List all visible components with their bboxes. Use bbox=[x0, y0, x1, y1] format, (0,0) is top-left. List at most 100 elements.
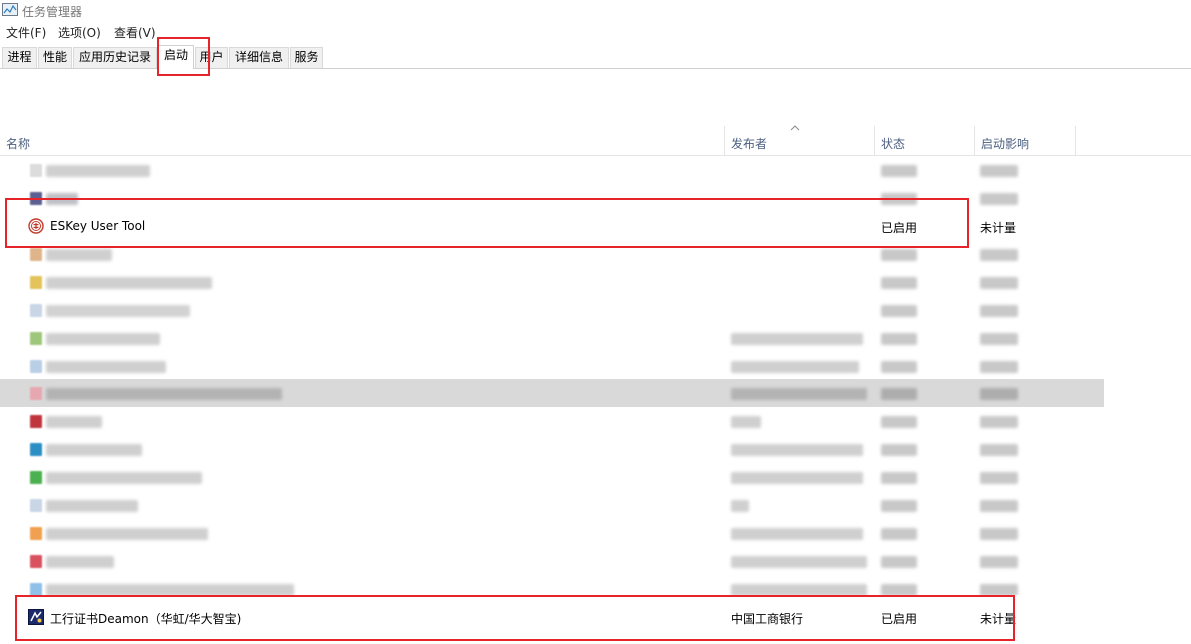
highlight-box-startup-tab bbox=[157, 37, 210, 76]
redacted-impact bbox=[980, 361, 1018, 373]
list-item-selected[interactable] bbox=[0, 379, 1191, 407]
title-bar: 任务管理器 bbox=[0, 0, 1191, 22]
app-icon bbox=[30, 332, 42, 345]
redacted-status bbox=[881, 333, 917, 345]
column-header-publisher-label: 发布者 bbox=[731, 137, 768, 151]
redacted-publisher bbox=[731, 361, 859, 373]
redacted-status bbox=[881, 305, 917, 317]
redacted-impact bbox=[980, 333, 1018, 345]
redacted-publisher bbox=[731, 584, 867, 595]
redacted-impact bbox=[980, 305, 1018, 317]
app-icon bbox=[30, 555, 42, 568]
list-item[interactable] bbox=[0, 407, 1191, 435]
redacted-publisher bbox=[731, 388, 867, 400]
redacted-status bbox=[881, 528, 917, 540]
app-icon bbox=[30, 443, 42, 456]
menu-file[interactable]: 文件(F) bbox=[6, 24, 46, 41]
redacted-name bbox=[46, 165, 150, 177]
column-header-startup-impact[interactable]: 启动影响 bbox=[975, 126, 1075, 156]
redacted-status bbox=[881, 444, 917, 456]
column-header-name[interactable]: 名称 bbox=[0, 126, 724, 156]
list-item[interactable] bbox=[0, 519, 1191, 547]
app-icon bbox=[30, 276, 42, 289]
list-item[interactable] bbox=[0, 296, 1191, 324]
redacted-status bbox=[881, 584, 917, 595]
list-item[interactable] bbox=[0, 575, 1191, 595]
redacted-status bbox=[881, 500, 917, 512]
column-divider[interactable] bbox=[1075, 126, 1076, 156]
redacted-name bbox=[46, 556, 114, 568]
redacted-publisher bbox=[731, 556, 867, 568]
redacted-impact bbox=[980, 444, 1018, 456]
redacted-impact bbox=[980, 556, 1018, 568]
row-impact: 未计量 bbox=[980, 221, 1017, 235]
tab-services[interactable]: 服务 bbox=[290, 47, 323, 68]
menu-view[interactable]: 查看(V) bbox=[114, 24, 156, 41]
column-header-status[interactable]: 状态 bbox=[875, 126, 974, 156]
redacted-status bbox=[881, 556, 917, 568]
redacted-impact bbox=[980, 277, 1018, 289]
app-icon bbox=[30, 527, 42, 540]
list-item[interactable] bbox=[0, 324, 1191, 352]
redacted-publisher bbox=[731, 444, 863, 456]
sort-ascending-icon bbox=[790, 125, 800, 131]
redacted-publisher bbox=[731, 528, 863, 540]
redacted-status bbox=[881, 361, 917, 373]
tab-performance[interactable]: 性能 bbox=[38, 47, 72, 68]
list-item[interactable] bbox=[0, 268, 1191, 296]
redacted-name bbox=[46, 500, 138, 512]
app-icon bbox=[30, 583, 42, 595]
app-icon bbox=[30, 304, 42, 317]
redacted-publisher bbox=[731, 333, 863, 345]
list-item[interactable] bbox=[0, 463, 1191, 491]
tab-details[interactable]: 详细信息 bbox=[229, 47, 289, 68]
list-item[interactable] bbox=[0, 156, 1191, 184]
redacted-impact bbox=[980, 249, 1018, 261]
redacted-status bbox=[881, 277, 917, 289]
redacted-impact bbox=[980, 528, 1018, 540]
redacted-status bbox=[881, 472, 917, 484]
list-item[interactable] bbox=[0, 491, 1191, 519]
redacted-status bbox=[881, 416, 917, 428]
list-item[interactable] bbox=[0, 435, 1191, 463]
redacted-impact bbox=[980, 584, 1018, 595]
tab-app-history[interactable]: 应用历史记录 bbox=[73, 47, 157, 68]
redacted-impact bbox=[980, 165, 1018, 177]
highlight-box-icbc-row bbox=[15, 595, 1015, 641]
column-header-status-label: 状态 bbox=[881, 137, 906, 151]
menu-options[interactable]: 选项(O) bbox=[58, 24, 101, 41]
redacted-name bbox=[46, 388, 282, 400]
redacted-name bbox=[46, 249, 112, 261]
list-item[interactable] bbox=[0, 352, 1191, 380]
app-icon bbox=[30, 360, 42, 373]
redacted-name bbox=[46, 528, 208, 540]
redacted-impact bbox=[980, 193, 1018, 205]
redacted-impact bbox=[980, 500, 1018, 512]
highlight-box-eskey-row bbox=[5, 198, 969, 248]
redacted-name bbox=[46, 472, 202, 484]
tab-processes[interactable]: 进程 bbox=[2, 47, 37, 68]
window-title: 任务管理器 bbox=[22, 5, 83, 19]
redacted-name bbox=[46, 333, 160, 345]
redacted-status bbox=[881, 249, 917, 261]
column-header-name-label: 名称 bbox=[6, 137, 31, 151]
redacted-name bbox=[46, 305, 190, 317]
redacted-name bbox=[46, 361, 166, 373]
redacted-publisher bbox=[731, 500, 749, 512]
redacted-name bbox=[46, 584, 294, 595]
redacted-name bbox=[46, 277, 212, 289]
redacted-status bbox=[881, 388, 917, 400]
redacted-status bbox=[881, 165, 917, 177]
list-item[interactable] bbox=[0, 547, 1191, 575]
redacted-impact bbox=[980, 388, 1018, 400]
app-icon bbox=[30, 415, 42, 428]
task-manager-icon bbox=[2, 3, 18, 16]
redacted-name bbox=[46, 444, 142, 456]
redacted-impact bbox=[980, 472, 1018, 484]
column-header-startup-impact-label: 启动影响 bbox=[981, 137, 1030, 151]
redacted-impact bbox=[980, 416, 1018, 428]
app-icon bbox=[30, 471, 42, 484]
app-icon bbox=[30, 164, 42, 177]
app-icon bbox=[30, 499, 42, 512]
app-icon bbox=[30, 248, 42, 261]
